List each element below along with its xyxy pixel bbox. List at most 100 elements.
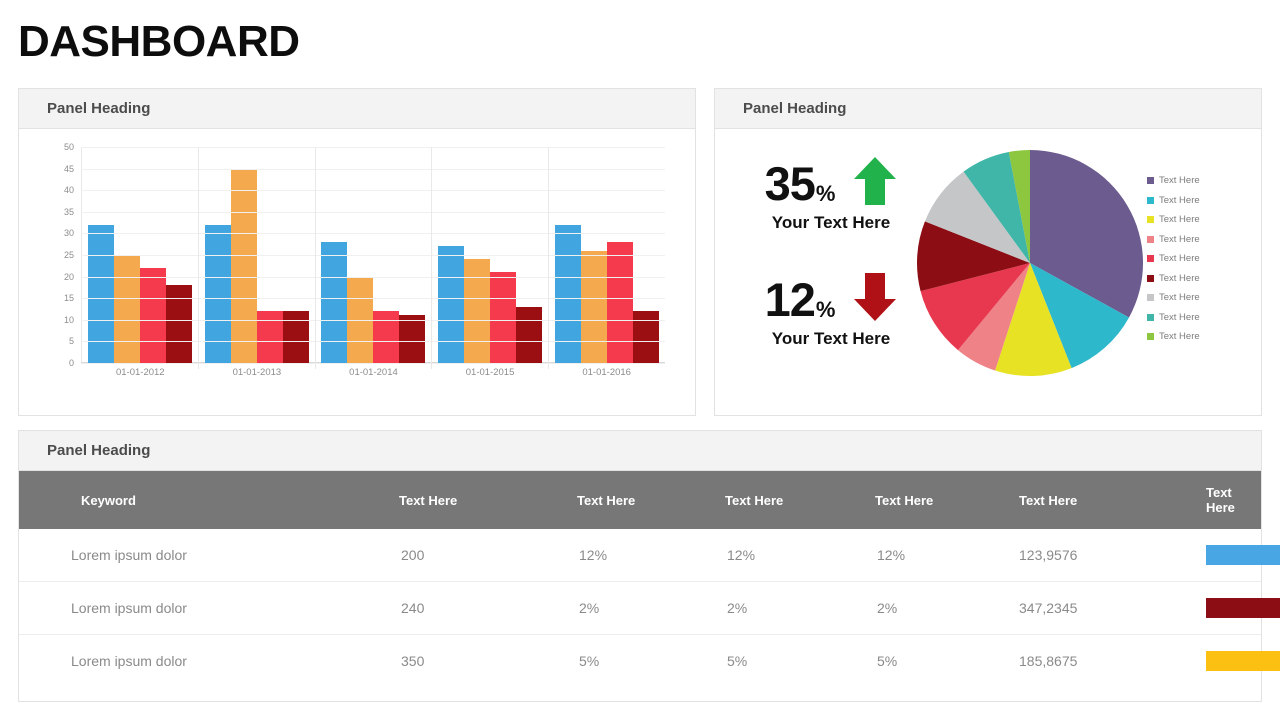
bar-chart-y-tick-label: 20 xyxy=(64,272,74,282)
table-cell-value: 350 xyxy=(371,635,559,688)
table-row[interactable]: Lorem ipsum dolor3505%5%5%185,86758.5 xyxy=(19,635,1261,688)
stat-value-row: 35% xyxy=(733,155,929,211)
legend-item: Text Here xyxy=(1147,327,1252,347)
bar-chart-y-tick-label: 45 xyxy=(64,164,74,174)
bar-chart-y-tick-label: 40 xyxy=(64,185,74,195)
stat-block: 12%Your Text Here xyxy=(733,271,929,363)
table-cell-value: 2% xyxy=(855,582,1005,635)
stat-caption: Your Text Here xyxy=(733,213,929,233)
stat-value: 35 xyxy=(765,160,815,207)
bar-chart-bar xyxy=(114,255,140,363)
legend-label: Text Here xyxy=(1159,312,1200,323)
legend-item: Text Here xyxy=(1147,171,1252,191)
data-table-head: KeywordText HereText HereText HereText H… xyxy=(19,471,1261,529)
progress-bar-track: 8.5 xyxy=(1206,545,1280,565)
table-cell-value: 123,9576 xyxy=(1005,529,1184,582)
table-header-cell[interactable]: Text Here xyxy=(559,471,707,529)
legend-item: Text Here xyxy=(1147,269,1252,289)
bar-chart-bar xyxy=(607,242,633,363)
pie-chart-legend: Text Here Text Here Text Here Text Here Text… xyxy=(1147,171,1252,347)
table-cell-value: 12% xyxy=(855,529,1005,582)
bar-chart-y-tick-label: 15 xyxy=(64,293,74,303)
bar-chart-category-separator xyxy=(548,147,549,369)
stat-unit: % xyxy=(816,181,836,207)
table-panel-heading: Panel Heading xyxy=(19,431,1261,471)
table-cell-value: 12% xyxy=(559,529,707,582)
legend-label: Text Here xyxy=(1159,175,1200,186)
bar-chart-gridline xyxy=(81,147,665,148)
page-title: DASHBOARD xyxy=(18,20,300,64)
legend-item: Text Here xyxy=(1147,249,1252,269)
legend-item: Text Here xyxy=(1147,230,1252,250)
stat-block: 35%Your Text Here xyxy=(733,155,929,247)
legend-label: Text Here xyxy=(1159,253,1200,264)
bar-chart-gridline xyxy=(81,298,665,299)
table-cell-value: 240 xyxy=(371,582,559,635)
legend-swatch-icon xyxy=(1147,216,1154,223)
bar-chart-plot-area: 05101520253035404550 xyxy=(81,147,665,363)
stat-value-row: 12% xyxy=(733,271,929,327)
legend-swatch-icon xyxy=(1147,177,1154,184)
bar-chart-bar xyxy=(438,246,464,363)
bar-chart-category-separator xyxy=(198,147,199,369)
bar-chart-body: 05101520253035404550 01-01-201201-01-201… xyxy=(19,129,695,411)
bar-chart-category-separator xyxy=(315,147,316,369)
bar-chart-bar xyxy=(231,169,257,363)
bar-chart-category-separator xyxy=(431,147,432,369)
legend-swatch-icon xyxy=(1147,197,1154,204)
bar-chart-panel: Panel Heading 05101520253035404550 01-01… xyxy=(18,88,696,416)
data-table-panel: Panel Heading KeywordText HereText HereT… xyxy=(18,430,1262,702)
table-cell-value: 5% xyxy=(855,635,1005,688)
bar-chart-gridline xyxy=(81,169,665,170)
table-header-cell[interactable]: Text Here xyxy=(707,471,855,529)
bar-chart-bar xyxy=(140,268,166,363)
bar-panel-heading: Panel Heading xyxy=(19,89,695,129)
table-cell-value: 185,8675 xyxy=(1005,635,1184,688)
table-cell-value: 200 xyxy=(371,529,559,582)
bar-chart-y-tick-label: 35 xyxy=(64,207,74,217)
bar-chart-gridline xyxy=(81,341,665,342)
stats-block: 35%Your Text Here12%Your Text Here xyxy=(733,155,929,387)
bar-chart-gridline xyxy=(81,255,665,256)
stat-caption: Your Text Here xyxy=(733,329,929,349)
table-cell-value: 5% xyxy=(559,635,707,688)
table-header-cell[interactable]: Text Here xyxy=(371,471,559,529)
table-header-cell[interactable]: Text Here xyxy=(1184,471,1261,529)
pie-panel-heading: Panel Heading xyxy=(715,89,1261,129)
table-header-cell[interactable]: Text Here xyxy=(855,471,1005,529)
legend-label: Text Here xyxy=(1159,292,1200,303)
arrow-up-icon xyxy=(853,155,897,212)
table-cell-progress: 8.5 xyxy=(1184,635,1261,688)
bar-chart-x-tick-label: 01-01-2014 xyxy=(315,367,432,378)
progress-bar-track: 8.5 xyxy=(1206,651,1280,671)
progress-bar-fill: 8.5 xyxy=(1206,545,1280,565)
bar-chart-bar xyxy=(464,259,490,363)
bar-chart-bar xyxy=(490,272,516,363)
legend-item: Text Here xyxy=(1147,288,1252,308)
data-table-rows: Lorem ipsum dolor20012%12%12%123,95768.5… xyxy=(19,529,1261,687)
bar-chart-bar xyxy=(399,315,425,363)
bar-chart-gridline xyxy=(81,277,665,278)
bar-chart-y-tick-label: 0 xyxy=(69,358,74,368)
table-header-keyword[interactable]: Keyword xyxy=(19,471,371,529)
pie-panel-body: 35%Your Text Here12%Your Text Here Text … xyxy=(715,129,1261,411)
bar-chart-bar xyxy=(581,251,607,363)
pie-chart-panel: Panel Heading 35%Your Text Here12%Your T… xyxy=(714,88,1262,416)
table-cell-value: 2% xyxy=(559,582,707,635)
pie-chart-svg xyxy=(915,147,1145,379)
bar-chart-y-tick-label: 30 xyxy=(64,228,74,238)
progress-bar-fill: 8.5 xyxy=(1206,598,1280,618)
table-cell-value: 12% xyxy=(707,529,855,582)
bar-chart-gridline xyxy=(81,190,665,191)
progress-bar-fill: 8.5 xyxy=(1206,651,1280,671)
legend-label: Text Here xyxy=(1159,331,1200,342)
bar-chart-gridline xyxy=(81,233,665,234)
table-row[interactable]: Lorem ipsum dolor20012%12%12%123,95768.5 xyxy=(19,529,1261,582)
table-row[interactable]: Lorem ipsum dolor2402%2%2%347,23458.5 xyxy=(19,582,1261,635)
bar-chart-x-tick-label: 01-01-2015 xyxy=(432,367,549,378)
table-cell-keyword: Lorem ipsum dolor xyxy=(19,635,371,688)
bar-chart-y-tick-label: 5 xyxy=(69,336,74,346)
table-header-cell[interactable]: Text Here xyxy=(1005,471,1184,529)
legend-item: Text Here xyxy=(1147,308,1252,328)
bar-chart-x-labels: 01-01-201201-01-201301-01-201401-01-2015… xyxy=(82,367,665,378)
